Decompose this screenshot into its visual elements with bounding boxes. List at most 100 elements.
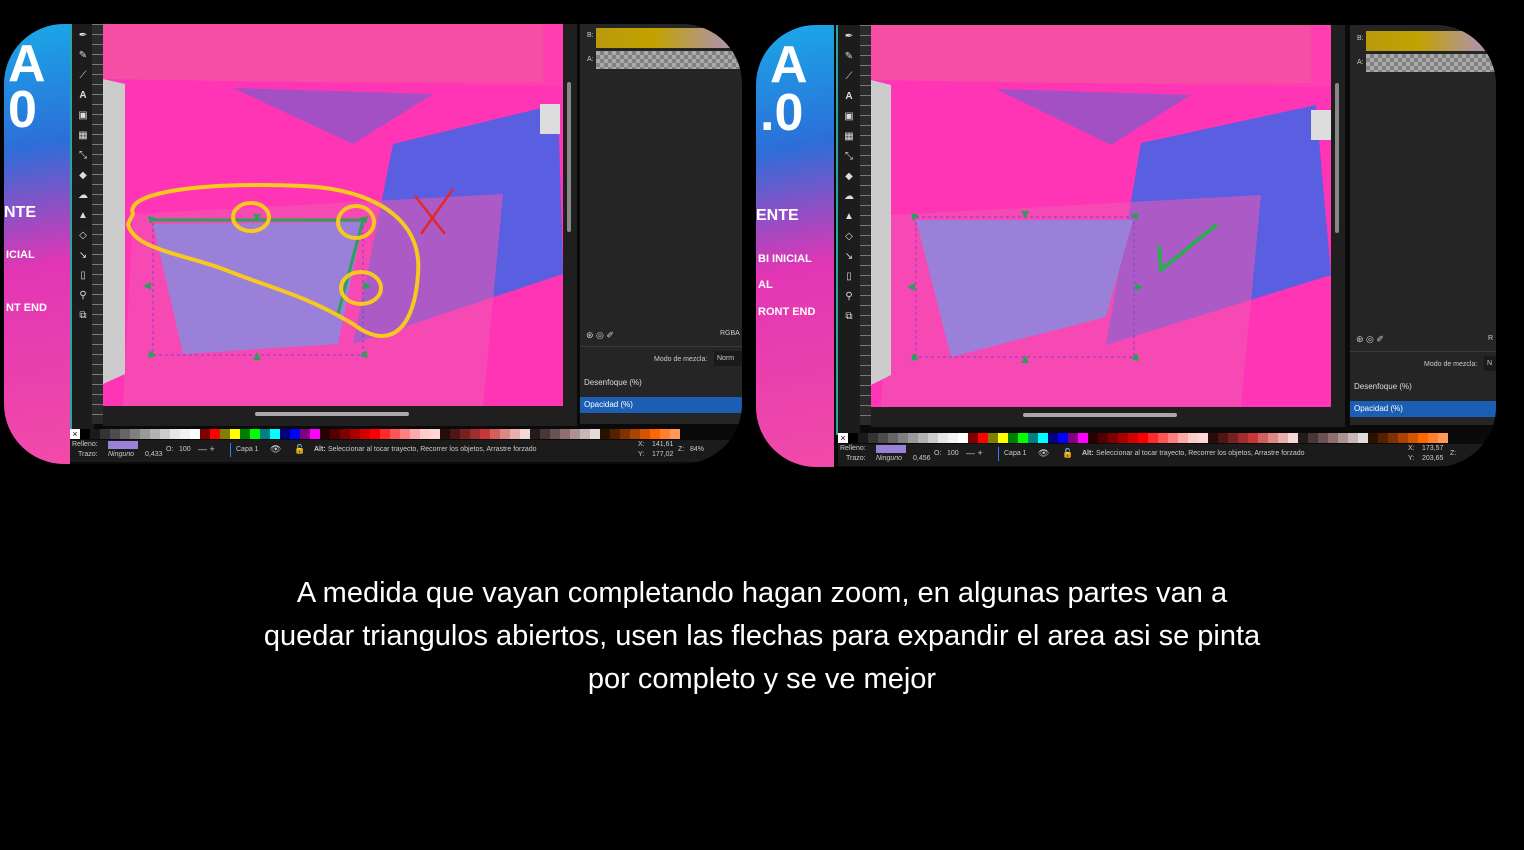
palette-swatch[interactable] xyxy=(370,429,380,439)
palette-swatch[interactable] xyxy=(540,429,550,439)
connector-icon[interactable]: ↘ xyxy=(75,248,91,264)
gradient-icon[interactable]: ▣ xyxy=(75,108,91,124)
palette-swatch[interactable] xyxy=(290,429,300,439)
palette-swatch[interactable] xyxy=(978,433,988,443)
clone-icon[interactable]: ⧉ xyxy=(841,309,857,325)
palette-swatch[interactable] xyxy=(1358,433,1368,443)
no-paint-swatch[interactable]: × xyxy=(70,429,80,439)
tweak-icon[interactable]: ☁ xyxy=(75,188,91,204)
palette-swatch[interactable] xyxy=(958,433,968,443)
palette-swatch[interactable] xyxy=(1388,433,1398,443)
palette-swatch[interactable] xyxy=(550,429,560,439)
layer-select[interactable]: Capa 1 xyxy=(236,446,259,453)
palette-swatch[interactable] xyxy=(230,429,240,439)
palette-swatch[interactable] xyxy=(928,433,938,443)
palette-swatch[interactable] xyxy=(988,433,998,443)
paint-bucket-icon[interactable]: ◆ xyxy=(841,169,857,185)
palette-swatch[interactable] xyxy=(1038,433,1048,443)
palette-swatch[interactable] xyxy=(1068,433,1078,443)
palette-swatch[interactable] xyxy=(110,429,120,439)
blur-field[interactable]: Desenfoque (%) xyxy=(1350,379,1496,395)
palette-swatch[interactable] xyxy=(500,429,510,439)
stroke-value[interactable]: Ninguno xyxy=(876,455,902,462)
palette-swatch[interactable] xyxy=(100,429,110,439)
no-paint-swatch[interactable]: × xyxy=(838,433,848,443)
palette-swatch[interactable] xyxy=(440,429,450,439)
palette-swatch[interactable] xyxy=(848,433,858,443)
palette-swatch[interactable] xyxy=(1238,433,1248,443)
palette-swatch[interactable] xyxy=(948,433,958,443)
palette-swatch[interactable] xyxy=(1158,433,1168,443)
fill-swatch[interactable] xyxy=(876,445,906,453)
palette-swatch[interactable] xyxy=(908,433,918,443)
pen-icon[interactable]: ✒ xyxy=(841,29,857,45)
palette-swatch[interactable] xyxy=(1188,433,1198,443)
palette-swatch[interactable] xyxy=(630,429,640,439)
color-wheel-icon[interactable]: ⊛ ◎ ✐ xyxy=(586,330,614,341)
pen-icon[interactable]: ✒ xyxy=(75,28,91,44)
palette-swatch[interactable] xyxy=(1298,433,1308,443)
palette-swatch[interactable] xyxy=(1208,433,1218,443)
palette-swatch[interactable] xyxy=(600,429,610,439)
gradient-icon[interactable]: ▣ xyxy=(841,109,857,125)
palette-swatch[interactable] xyxy=(1308,433,1318,443)
palette-swatch[interactable] xyxy=(80,429,90,439)
paint-bucket-icon[interactable]: ◆ xyxy=(75,168,91,184)
lock-icon[interactable]: 🔓 xyxy=(294,444,305,455)
pencil-icon[interactable]: ✎ xyxy=(75,48,91,64)
text-icon[interactable]: A xyxy=(841,89,857,105)
palette-swatch[interactable] xyxy=(1438,433,1448,443)
palette-swatch[interactable] xyxy=(590,429,600,439)
palette-swatch[interactable] xyxy=(260,429,270,439)
palette-swatch[interactable] xyxy=(1108,433,1118,443)
palette-swatch[interactable] xyxy=(1288,433,1298,443)
palette-swatch[interactable] xyxy=(1348,433,1358,443)
palette-swatch[interactable] xyxy=(1088,433,1098,443)
palette-swatch[interactable] xyxy=(180,429,190,439)
palette-swatch[interactable] xyxy=(410,429,420,439)
palette-swatch[interactable] xyxy=(360,429,370,439)
zoom-icon[interactable]: ⚲ xyxy=(841,289,857,305)
palette-swatch[interactable] xyxy=(470,429,480,439)
palette-swatch[interactable] xyxy=(170,429,180,439)
palette-swatch[interactable] xyxy=(938,433,948,443)
zoom-icon[interactable]: ⚲ xyxy=(75,288,91,304)
palette-swatch[interactable] xyxy=(1128,433,1138,443)
palette-swatch[interactable] xyxy=(390,429,400,439)
connector-icon[interactable]: ↘ xyxy=(841,249,857,265)
palette-swatch[interactable] xyxy=(480,429,490,439)
palette-swatch[interactable] xyxy=(350,429,360,439)
palette-swatch[interactable] xyxy=(1098,433,1108,443)
eraser-icon[interactable]: ◇ xyxy=(75,228,91,244)
palette-swatch[interactable] xyxy=(270,429,280,439)
opacity-slider-icon[interactable]: — + xyxy=(198,444,215,454)
alpha-swatch[interactable] xyxy=(596,51,742,69)
zoom-value[interactable]: 84% xyxy=(690,446,704,453)
palette-swatch[interactable] xyxy=(330,429,340,439)
palette-swatch[interactable] xyxy=(420,429,430,439)
palette-swatch[interactable] xyxy=(400,429,410,439)
palette-swatch[interactable] xyxy=(888,433,898,443)
palette-swatch[interactable] xyxy=(1148,433,1158,443)
stroke-width[interactable]: 0,456 xyxy=(913,455,931,462)
palette-swatch[interactable] xyxy=(660,429,670,439)
palette-swatch[interactable] xyxy=(1138,433,1148,443)
palette-swatch[interactable] xyxy=(1118,433,1128,443)
palette-swatch[interactable] xyxy=(1058,433,1068,443)
palette-swatch[interactable] xyxy=(1198,433,1208,443)
palette-swatch[interactable] xyxy=(510,429,520,439)
color-mode[interactable]: R xyxy=(1488,335,1493,342)
mesh-icon[interactable]: ▦ xyxy=(841,129,857,145)
palette-swatch[interactable] xyxy=(1328,433,1338,443)
palette-swatch[interactable] xyxy=(898,433,908,443)
palette-swatch[interactable] xyxy=(640,429,650,439)
palette-swatch[interactable] xyxy=(200,429,210,439)
gradient-swatch[interactable] xyxy=(1366,31,1496,51)
palette-swatch[interactable] xyxy=(1278,433,1288,443)
palette-swatch[interactable] xyxy=(1318,433,1328,443)
palette-swatch[interactable] xyxy=(160,429,170,439)
palette-swatch[interactable] xyxy=(140,429,150,439)
palette-swatch[interactable] xyxy=(90,429,100,439)
palette-swatch[interactable] xyxy=(1018,433,1028,443)
clone-icon[interactable]: ⧉ xyxy=(75,308,91,324)
